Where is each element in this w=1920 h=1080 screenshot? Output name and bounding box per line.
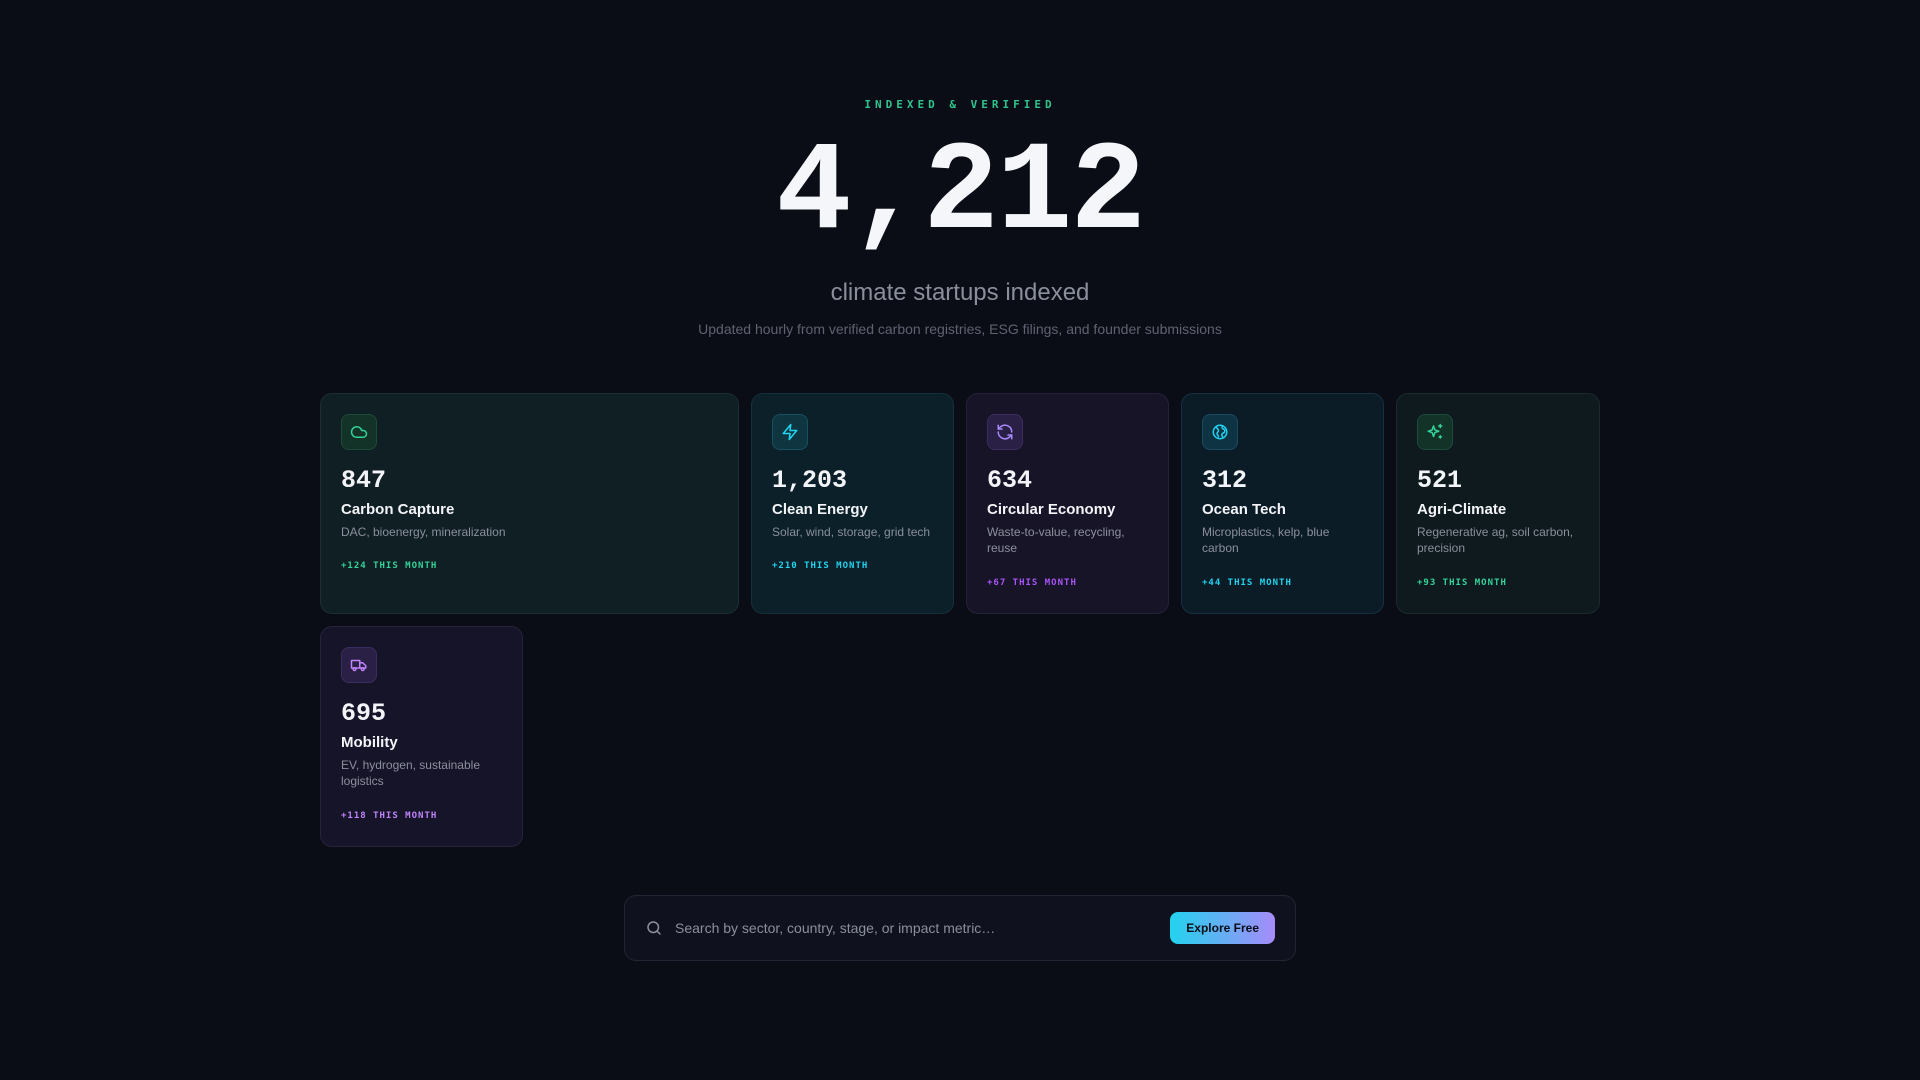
sector-delta: +210 THIS MONTH [772, 561, 869, 571]
lightning-icon [772, 414, 808, 450]
sector-description: Microplastics, kelp, blue carbon [1202, 525, 1330, 555]
sector-delta: +124 THIS MONTH [341, 561, 438, 571]
search-bar: Explore Free [624, 895, 1296, 961]
sector-card-ocean-tech[interactable]: 312 Ocean Tech Microplastics, kelp, blue… [1181, 393, 1384, 614]
sector-card-mobility[interactable]: 695 Mobility EV, hydrogen, sustainable l… [320, 626, 523, 847]
sector-count: 1,203 [772, 466, 848, 495]
sector-description: DAC, bioenergy, mineralization [341, 525, 506, 539]
search-icon [645, 919, 663, 937]
search-input[interactable] [675, 920, 1171, 936]
sector-card-carbon-capture[interactable]: 847 Carbon Capture DAC, bioenergy, miner… [320, 393, 739, 614]
sector-count: 521 [1417, 466, 1463, 495]
sector-description: Waste-to-value, recycling, reuse [987, 525, 1125, 555]
sparkles-icon [1417, 414, 1453, 450]
sector-title: Clean Energy [772, 501, 868, 518]
sector-delta: +44 THIS MONTH [1202, 578, 1292, 588]
refresh-icon [987, 414, 1023, 450]
truck-icon [341, 647, 377, 683]
sector-count: 695 [341, 699, 387, 728]
sector-count: 634 [987, 466, 1033, 495]
sector-title: Mobility [341, 734, 398, 751]
sector-count: 312 [1202, 466, 1248, 495]
sector-title: Carbon Capture [341, 501, 455, 518]
hero-eyebrow: INDEXED & VERIFIED [864, 98, 1056, 111]
sector-title: Circular Economy [987, 501, 1116, 518]
sector-delta: +67 THIS MONTH [987, 578, 1077, 588]
sector-count: 847 [341, 466, 387, 495]
startup-count: 4,212 [775, 122, 1146, 265]
sector-description: Regenerative ag, soil carbon, precision [1417, 525, 1574, 555]
sector-delta: +118 THIS MONTH [341, 811, 438, 821]
hero-section: INDEXED & VERIFIED 4,212 climate startup… [0, 98, 1920, 337]
globe-icon [1202, 414, 1238, 450]
hero-description: Updated hourly from verified carbon regi… [698, 321, 1222, 337]
sector-description: EV, hydrogen, sustainable logistics [341, 758, 480, 788]
sector-card-clean-energy[interactable]: 1,203 Clean Energy Solar, wind, storage,… [751, 393, 954, 614]
sector-delta: +93 THIS MONTH [1417, 578, 1507, 588]
explore-free-button[interactable]: Explore Free [1170, 912, 1275, 944]
sector-card-agri-climate[interactable]: 521 Agri-Climate Regenerative ag, soil c… [1396, 393, 1600, 614]
cloud-icon [341, 414, 377, 450]
sector-description: Solar, wind, storage, grid tech [772, 525, 931, 539]
sector-title: Agri-Climate [1417, 501, 1507, 518]
hero-subtitle: climate startups indexed [830, 279, 1090, 306]
sector-card-circular-economy[interactable]: 634 Circular Economy Waste-to-value, rec… [966, 393, 1169, 614]
sector-title: Ocean Tech [1202, 501, 1286, 518]
